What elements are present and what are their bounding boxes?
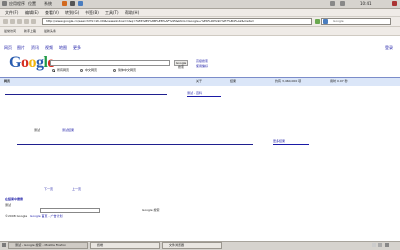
topnav-web[interactable]: 网页 — [4, 45, 12, 50]
logo-letter: o — [28, 54, 36, 71]
trash-icon[interactable] — [385, 243, 389, 247]
volume-icon[interactable] — [340, 1, 345, 6]
result-snippet: 测试 — [34, 128, 41, 132]
next-page-link[interactable]: 下一页 — [44, 187, 53, 192]
bookmark-latest-headlines[interactable]: 最新头条 — [44, 28, 56, 34]
topnav-news[interactable]: 资讯 — [31, 45, 39, 50]
radio-label: 所有网页 — [57, 68, 70, 72]
sign-in-link[interactable]: 登录 — [385, 45, 393, 50]
menu-edit[interactable]: 编辑(E) — [25, 9, 39, 16]
network-icon[interactable] — [330, 1, 335, 6]
bookmark-most-visited[interactable]: 最常访问 — [4, 28, 16, 34]
stop-icon[interactable] — [24, 19, 29, 24]
search-within-results-link[interactable]: 在结果中搜索 — [5, 197, 23, 202]
preferences-link[interactable]: 使用偏好 — [196, 64, 208, 69]
workspace-1-icon[interactable] — [372, 243, 376, 247]
result-link[interactable]: 测试 - 百科 — [187, 91, 221, 97]
menu-bookmarks[interactable]: 书签(B) — [85, 9, 99, 16]
menu-help[interactable]: 帮助(H) — [125, 9, 139, 16]
panel-menu-places[interactable]: 位置 — [28, 1, 36, 7]
search-engine-icon[interactable] — [323, 19, 328, 24]
bookmarks-toolbar — [0, 27, 400, 36]
menu-view[interactable]: 查看(V) — [45, 9, 59, 16]
google-search-button[interactable]: Google 搜索 — [174, 60, 188, 69]
reload-icon[interactable] — [17, 19, 22, 24]
topnav-more[interactable]: 更多 — [73, 45, 81, 50]
result-divider — [17, 144, 253, 145]
result-link[interactable]: 测试结果 — [62, 128, 74, 133]
menu-file[interactable]: 文件(F) — [5, 9, 18, 16]
url-text[interactable]: http://www.google.cn/search?hl=zh-CN&new… — [46, 19, 306, 24]
footer-copyright: ©2008 Google — [5, 214, 28, 218]
topnav-maps[interactable]: 地图 — [59, 45, 67, 50]
menu-bar — [0, 9, 400, 17]
previous-page-link[interactable]: 上一页 — [72, 187, 81, 192]
results-bar-title: 网页 — [4, 79, 11, 83]
footer-search-text: Google 搜索 — [142, 208, 160, 212]
results-bar-results: 结果 — [230, 79, 237, 83]
help-launcher-icon[interactable] — [78, 1, 83, 6]
menu-go[interactable]: 转到(G) — [65, 9, 79, 16]
power-icon[interactable] — [392, 1, 397, 6]
system-menu-icon[interactable] — [2, 1, 7, 6]
google-logo[interactable]: Google — [9, 55, 54, 71]
show-desktop-icon[interactable] — [2, 243, 6, 247]
query-input[interactable] — [50, 60, 170, 66]
topnav-images[interactable]: 图片 — [17, 45, 25, 50]
terminal-launcher-icon[interactable] — [70, 1, 75, 6]
radio-all-web[interactable] — [52, 69, 55, 72]
radio-chinese-pages[interactable] — [80, 69, 83, 72]
refine-query-input[interactable] — [40, 208, 100, 213]
radio-label: 简体中文网页 — [118, 68, 137, 72]
footer-links[interactable]: Google 首页 - 广告计划 — [30, 214, 63, 219]
results-bar-count: 约有 3,460,000 项 — [275, 79, 302, 83]
panel-menu-applications[interactable]: 应用程序 — [9, 1, 25, 7]
radio-label: 中文网页 — [85, 68, 98, 72]
forward-icon[interactable] — [10, 19, 15, 24]
more-results-link[interactable]: 更多结果 — [273, 139, 309, 145]
results-bar-time: 用时 0.07 秒 — [330, 79, 348, 83]
logo-letter: G — [9, 54, 21, 71]
workspace-2-icon[interactable] — [378, 243, 382, 247]
footer-text: 测试 — [5, 203, 12, 207]
taskbar-window-files[interactable]: 文件浏览器 — [162, 242, 222, 249]
bookmark-getting-started[interactable]: 新手上路 — [24, 28, 36, 34]
go-icon[interactable] — [315, 19, 320, 24]
web-search-box[interactable] — [321, 18, 391, 25]
taskbar-window-firefox[interactable]: 测试 - Google 搜索 - Mozilla Firefox — [8, 242, 88, 249]
back-icon[interactable] — [3, 19, 8, 24]
result-divider — [5, 94, 167, 95]
taskbar-window-terminal[interactable]: 终端 — [90, 242, 160, 249]
radio-simplified-chinese[interactable] — [113, 69, 116, 72]
web-search-placeholder[interactable]: Google — [333, 19, 344, 24]
panel-clock[interactable]: 10:41 — [360, 1, 372, 7]
results-bar-about: 关于 — [196, 79, 203, 83]
home-icon[interactable] — [31, 19, 36, 24]
topnav-video[interactable]: 视频 — [45, 45, 53, 50]
menu-tools[interactable]: 工具(T) — [105, 9, 119, 16]
panel-menu-system[interactable]: 系统 — [44, 1, 52, 7]
firefox-launcher-icon[interactable] — [62, 1, 67, 6]
